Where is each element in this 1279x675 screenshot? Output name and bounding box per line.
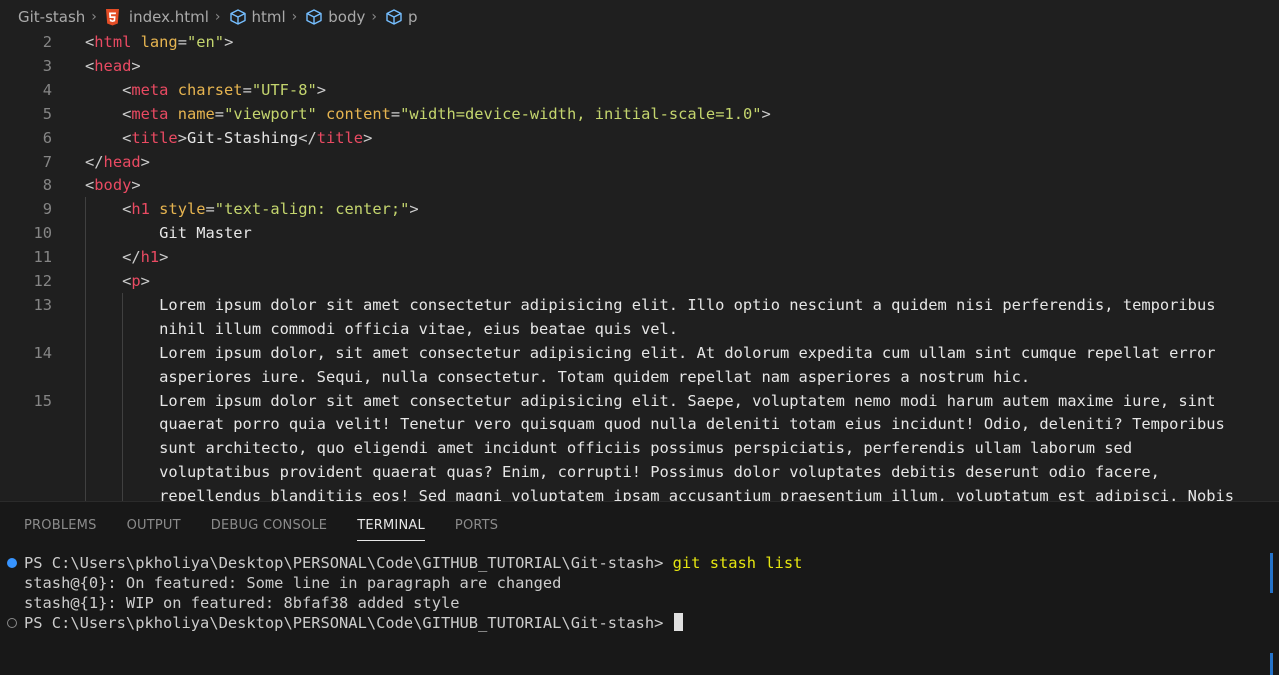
code-line[interactable]: sunt architecto, quo eligendi amet incid…: [0, 436, 1279, 460]
breadcrumb-label: html: [251, 8, 286, 26]
code-line[interactable]: 2 <html lang="en">: [0, 34, 1279, 54]
cube-icon: [306, 9, 322, 25]
code-text: <head>: [85, 56, 141, 75]
code-text: Git Master: [159, 224, 252, 243]
line-number: 9: [42, 200, 52, 219]
breadcrumb-item[interactable]: index.html: [105, 8, 209, 26]
code-line[interactable]: repellendus blanditiis eos! Sed magni vo…: [0, 484, 1279, 501]
code-text: <meta charset="UTF-8">: [122, 80, 327, 99]
code-line[interactable]: 10 Git Master: [0, 221, 1279, 245]
line-number: 10: [33, 224, 52, 243]
chevron-right-icon: ›: [371, 9, 377, 25]
line-number: 2: [42, 34, 52, 51]
code-text: <html lang="en">: [85, 34, 234, 51]
terminal-command: git stash list: [672, 554, 803, 572]
code-line[interactable]: 13 Lorem ipsum dolor sit amet consectetur…: [0, 293, 1279, 317]
code-line[interactable]: quaerat porro quia velit! Tenetur vero q…: [0, 412, 1279, 436]
indent-guide: [85, 197, 86, 501]
line-number: 11: [33, 248, 52, 267]
code-text: <body>: [85, 176, 141, 195]
code-line[interactable]: 11 </h1>: [0, 245, 1279, 269]
breadcrumb-label: index.html: [128, 8, 209, 26]
code-text: nihil illum commodi officia vitae, eius …: [159, 319, 679, 338]
code-text: <title>Git-Stashing</title>: [122, 128, 373, 147]
line-number: 7: [42, 152, 52, 171]
code-text: <h1 style="text-align: center;">: [122, 200, 419, 219]
terminal-line-prompt: PS C:\Users\pkholiya\Desktop\PERSONAL\Co…: [24, 613, 683, 633]
breadcrumb-label: p: [408, 8, 418, 26]
command-pending-dot-icon[interactable]: [7, 618, 17, 628]
terminal-output-line: stash@{0}: On featured: Some line in par…: [24, 574, 562, 592]
line-number: 6: [42, 128, 52, 147]
line-number: 4: [42, 80, 52, 99]
terminal-line-prompt: PS C:\Users\pkholiya\Desktop\PERSONAL\Co…: [24, 553, 802, 573]
chevron-right-icon: ›: [291, 9, 298, 25]
line-number: 3: [42, 56, 52, 75]
code-line[interactable]: 4 <meta charset="UTF-8">: [0, 78, 1279, 102]
cube-icon: [229, 9, 246, 25]
tab-problems[interactable]: PROBLEMS: [24, 502, 97, 549]
code-text: <meta name="viewport" content="width=dev…: [122, 104, 771, 123]
html5-icon: [105, 8, 119, 25]
terminal-prompt: PS C:\Users\pkholiya\Desktop\PERSONAL\Co…: [24, 614, 673, 632]
indent-guide: [122, 292, 124, 501]
line-number: 12: [33, 272, 52, 290]
code-text: <p>: [122, 272, 150, 290]
chevron-right-icon: ›: [214, 9, 221, 25]
breadcrumb-item[interactable]: p: [385, 8, 418, 26]
code-line[interactable]: 9 <h1 style="text-align: center;">: [0, 197, 1279, 221]
breadcrumb-label: Git-stash: [18, 8, 86, 26]
code-text: </head>: [85, 152, 150, 171]
code-line[interactable]: 3 <head>: [0, 54, 1279, 78]
line-number: 5: [42, 104, 52, 123]
code-text: asperiores iure. Sequi, nulla consectetu…: [159, 367, 1031, 386]
breadcrumb-item[interactable]: Git-stash: [18, 8, 85, 26]
line-number: 8: [42, 176, 52, 195]
code-text: voluptatibus provident quaerat quas? Eni…: [159, 463, 1160, 482]
code-text: Lorem ipsum dolor, sit amet consectetur …: [159, 343, 1216, 362]
command-success-dot-icon[interactable]: [7, 558, 17, 568]
line-number: 13: [33, 295, 52, 314]
code-editor[interactable]: 2 <html lang="en"> 3 <head> 4 <meta charset="…: [0, 34, 1279, 501]
code-text: sunt architecto, quo eligendi amet incid…: [159, 439, 1133, 458]
line-number: 15: [33, 391, 52, 410]
bottom-panel: PROBLEMS OUTPUT DEBUG CONSOLE TERMINAL PORTS…: [0, 501, 1279, 675]
tab-terminal[interactable]: TERMINAL: [357, 502, 425, 549]
line-number: 14: [33, 343, 52, 362]
terminal-scrollbar-marker[interactable]: [1270, 653, 1273, 675]
tab-output[interactable]: OUTPUT: [127, 502, 181, 549]
breadcrumb: Git-stash › index.html › html › body › p: [0, 0, 1279, 34]
code-text: Lorem ipsum dolor sit amet consectetur a…: [159, 391, 1216, 410]
code-text: repellendus blanditiis eos! Sed magni vo…: [159, 487, 1235, 501]
code-line[interactable]: 7 </head>: [0, 150, 1279, 174]
code-line[interactable]: voluptatibus provident quaerat quas? Eni…: [0, 460, 1279, 484]
code-line[interactable]: nihil illum commodi officia vitae, eius …: [0, 317, 1279, 341]
terminal-cursor: [673, 613, 683, 631]
code-line[interactable]: 6 <title>Git-Stashing</title>: [0, 126, 1279, 150]
cube-icon: [386, 9, 402, 25]
code-text: quaerat porro quia velit! Tenetur vero q…: [159, 415, 1225, 434]
code-text: Lorem ipsum dolor sit amet consectetur a…: [159, 295, 1216, 314]
terminal-output-line: stash@{1}: WIP on featured: 8bfaf38 adde…: [24, 594, 460, 612]
breadcrumb-label: body: [328, 8, 366, 26]
code-line[interactable]: asperiores iure. Sequi, nulla consectetu…: [0, 365, 1279, 389]
breadcrumb-item[interactable]: body: [305, 8, 365, 26]
code-line[interactable]: 14 Lorem ipsum dolor, sit amet consectetu…: [0, 341, 1279, 365]
panel-tabs: PROBLEMS OUTPUT DEBUG CONSOLE TERMINAL PORTS: [0, 502, 528, 549]
tab-ports[interactable]: PORTS: [455, 502, 498, 549]
breadcrumb-item[interactable]: html: [229, 8, 286, 26]
tab-debug-console[interactable]: DEBUG CONSOLE: [211, 502, 327, 549]
terminal-scrollbar-marker[interactable]: [1270, 553, 1273, 593]
code-line[interactable]: 12 <p>: [0, 269, 1279, 293]
code-line[interactable]: 8 <body>: [0, 173, 1279, 197]
chevron-right-icon: ›: [91, 9, 97, 25]
terminal-prompt: PS C:\Users\pkholiya\Desktop\PERSONAL\Co…: [24, 554, 673, 572]
terminal[interactable]: PS C:\Users\pkholiya\Desktop\PERSONAL\Co…: [0, 553, 1279, 675]
code-line[interactable]: 5 <meta name="viewport" content="width=de…: [0, 102, 1279, 126]
code-line[interactable]: 15 Lorem ipsum dolor sit amet consectetur…: [0, 389, 1279, 413]
code-text: </h1>: [122, 248, 169, 267]
